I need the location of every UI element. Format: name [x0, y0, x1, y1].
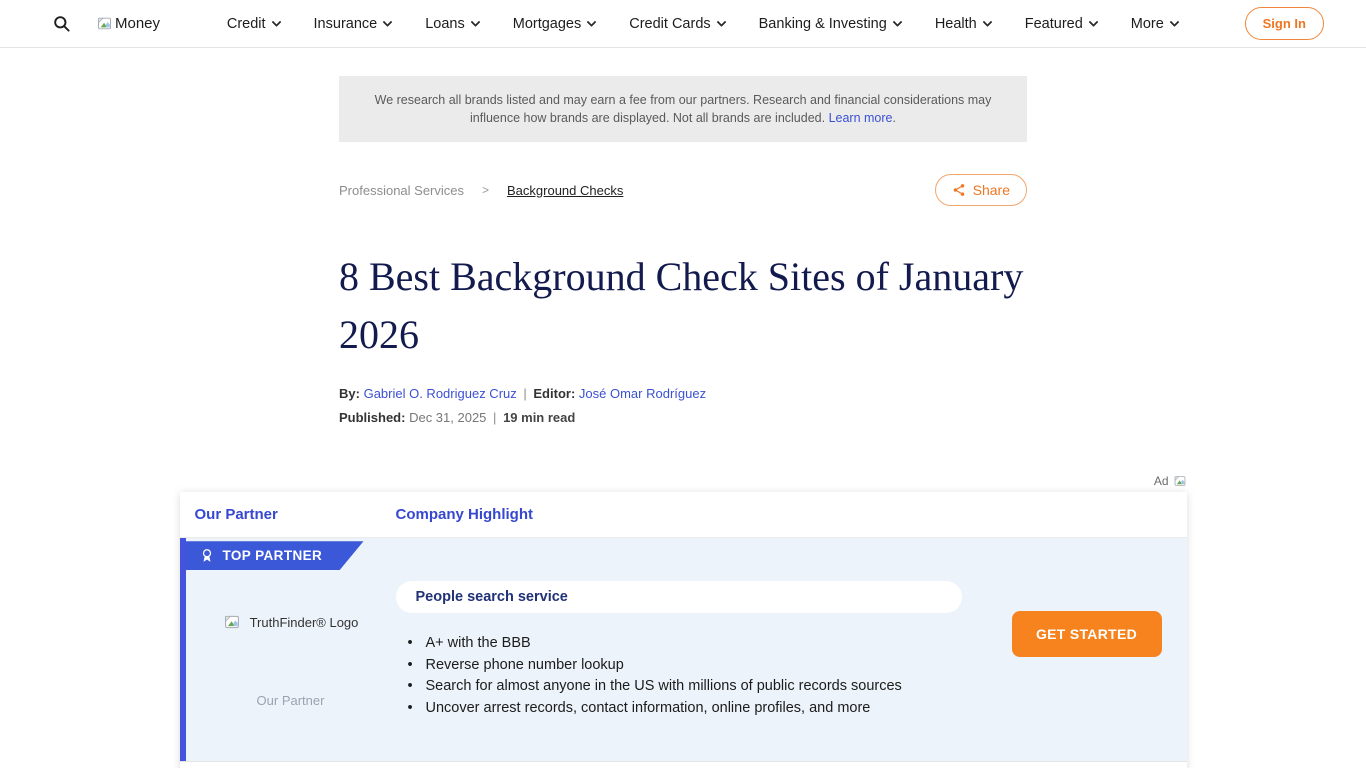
- partner-table-zone: Ad Our Partner Company Highlight: [180, 473, 1187, 768]
- logo-alt-text: Money: [115, 15, 160, 32]
- column-header-our-partner: Our Partner: [180, 506, 396, 523]
- partner-logo[interactable]: TruthFinder® Logo: [223, 613, 359, 631]
- broken-image-icon: [1173, 474, 1187, 488]
- chevron-down-icon: [892, 17, 902, 27]
- top-navigation-bar: Money Credit Insurance Loans Mortgages C…: [0, 0, 1366, 48]
- nav-item-credit-cards[interactable]: Credit Cards: [629, 16, 724, 32]
- column-header-company-highlight: Company Highlight: [396, 506, 534, 523]
- partner-caption: Our Partner: [257, 693, 325, 708]
- editor-link[interactable]: José Omar Rodríguez: [579, 386, 706, 401]
- nav-item-mortgages[interactable]: Mortgages: [513, 16, 596, 32]
- breadcrumb-row: Professional Services > Background Check…: [339, 172, 1027, 208]
- author-link[interactable]: Gabriel O. Rodriguez Cruz: [364, 386, 517, 401]
- cta-cell: GET STARTED: [1012, 581, 1187, 719]
- partner-logo-cell: TruthFinder® Logo Our Partner: [186, 581, 396, 719]
- partner-comparison-table: Our Partner Company Highlight TOP PARTNE…: [180, 492, 1187, 768]
- nav-item-loans[interactable]: Loans: [425, 16, 479, 32]
- chevron-down-icon: [271, 17, 281, 27]
- breadcrumb-parent[interactable]: Professional Services: [339, 183, 464, 198]
- partner-logo-alt-text: TruthFinder® Logo: [250, 615, 359, 630]
- highlight-bullet: Search for almost anyone in the US with …: [408, 676, 962, 698]
- disclosure-text: We research all brands listed and may ea…: [375, 93, 992, 125]
- nav-item-credit[interactable]: Credit: [227, 16, 280, 32]
- chevron-down-icon: [470, 17, 480, 27]
- main-navigation: Credit Insurance Loans Mortgages Credit …: [227, 16, 1178, 32]
- top-partner-content: TruthFinder® Logo Our Partner People sea…: [186, 581, 1187, 719]
- read-time: 19 min read: [503, 410, 575, 425]
- next-partner-row-partial: [180, 761, 1187, 768]
- nav-item-featured[interactable]: Featured: [1025, 16, 1097, 32]
- chevron-down-icon: [716, 17, 726, 27]
- table-header-row: Our Partner Company Highlight: [180, 492, 1187, 538]
- nav-item-banking-investing[interactable]: Banking & Investing: [759, 16, 901, 32]
- highlight-bullet-list: A+ with the BBB Reverse phone number loo…: [408, 633, 962, 719]
- breadcrumb-current[interactable]: Background Checks: [507, 183, 623, 198]
- get-started-button[interactable]: GET STARTED: [1012, 611, 1162, 657]
- published-line: Published: Dec 31, 2025 | 19 min read: [339, 410, 1027, 425]
- breadcrumb: Professional Services > Background Check…: [339, 183, 623, 198]
- byline: By: Gabriel O. Rodriguez Cruz | Editor: …: [339, 386, 1027, 401]
- nav-item-insurance[interactable]: Insurance: [314, 16, 392, 32]
- company-highlight-cell: People search service A+ with the BBB Re…: [396, 581, 1012, 719]
- award-ribbon-icon: [200, 548, 214, 563]
- highlight-bullet: A+ with the BBB: [408, 633, 962, 655]
- ad-label: Ad: [1154, 474, 1169, 488]
- article-header-column: We research all brands listed and may ea…: [339, 76, 1027, 425]
- share-button[interactable]: Share: [935, 174, 1027, 206]
- chevron-down-icon: [982, 17, 992, 27]
- sign-in-button[interactable]: Sign In: [1245, 7, 1324, 40]
- advertiser-disclosure: We research all brands listed and may ea…: [339, 76, 1027, 142]
- broken-image-icon: [96, 15, 113, 32]
- nav-item-more[interactable]: More: [1131, 16, 1178, 32]
- share-icon: [952, 183, 966, 197]
- learn-more-link[interactable]: Learn more: [829, 111, 893, 125]
- chevron-down-icon: [1088, 17, 1098, 27]
- share-label: Share: [973, 182, 1010, 198]
- highlight-bullet: Reverse phone number lookup: [408, 655, 962, 677]
- breadcrumb-separator-icon: >: [482, 183, 489, 197]
- top-partner-banner: TOP PARTNER: [186, 541, 364, 570]
- top-partner-row: TOP PARTNER TruthFinder® Log: [180, 538, 1187, 761]
- highlight-bullet: Uncover arrest records, contact informat…: [408, 698, 962, 720]
- page-title: 8 Best Background Check Sites of January…: [339, 248, 1027, 364]
- nav-item-health[interactable]: Health: [935, 16, 991, 32]
- top-partner-label: TOP PARTNER: [223, 548, 323, 563]
- broken-image-icon: [223, 613, 241, 631]
- chevron-down-icon: [587, 17, 597, 27]
- chevron-down-icon: [383, 17, 393, 27]
- ad-marker: Ad: [180, 473, 1187, 489]
- search-icon[interactable]: [48, 11, 74, 37]
- chevron-down-icon: [1169, 17, 1179, 27]
- highlight-pill: People search service: [396, 581, 962, 613]
- published-date: Dec 31, 2025: [409, 410, 486, 425]
- site-logo[interactable]: Money: [96, 15, 160, 32]
